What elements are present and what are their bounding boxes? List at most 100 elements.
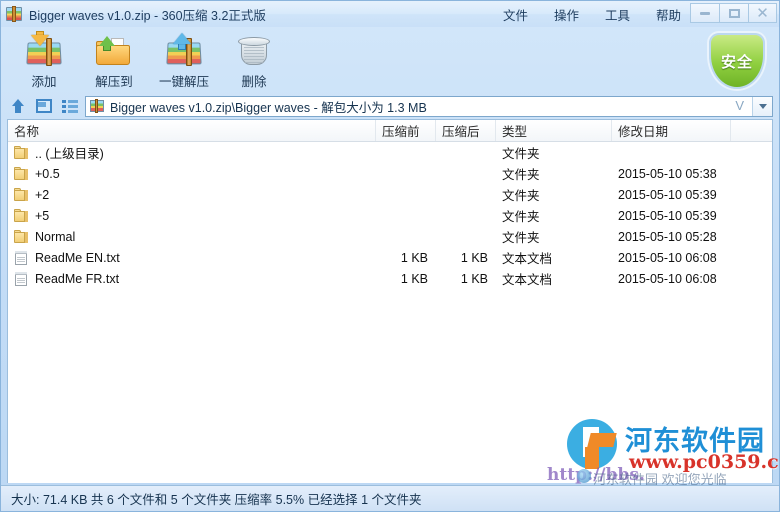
row-name-cell: +0.5 <box>8 163 376 184</box>
row-type-cell: 文本文档 <box>502 273 553 287</box>
extract-to-folder-icon <box>94 34 134 68</box>
maximize-button[interactable] <box>719 3 748 23</box>
row-name-cell: ReadMe EN.txt <box>8 247 376 268</box>
row-name-cell: +5 <box>8 205 376 226</box>
folder-icon <box>14 187 30 202</box>
column-header-before[interactable]: 压缩前 <box>376 120 436 141</box>
window-title: Bigger waves v1.0.zip - 360压缩 3.2正式版 <box>29 8 266 23</box>
row-date-cell: 2015-05-10 06:08 <box>618 271 717 286</box>
status-bar: 大小: 71.4 KB 共 6 个文件和 5 个文件夹 压缩率 5.5% 已经选… <box>1 485 779 511</box>
table-row[interactable]: ReadMe FR.txt 1 KB 1 KB 文本文档 2015-05-10 … <box>8 268 772 289</box>
text-file-icon <box>14 250 30 265</box>
column-header-filler <box>731 120 772 141</box>
table-row[interactable]: +5 文件夹 2015-05-10 05:39 <box>8 205 772 226</box>
minimize-button[interactable] <box>690 3 719 23</box>
menu-tools[interactable]: 工具 <box>603 3 632 26</box>
row-name-text: +5 <box>35 208 50 223</box>
chevron-down-icon[interactable] <box>752 96 772 116</box>
column-header-name[interactable]: 名称 <box>8 120 376 141</box>
one-click-extract-button-label: 一键解压 <box>158 75 209 89</box>
path-v-glyph: V <box>735 97 744 113</box>
row-date-cell: 2015-05-10 05:38 <box>618 166 717 181</box>
row-date-cell: 2015-05-10 05:39 <box>618 208 717 223</box>
shield-icon: 安全 <box>709 33 765 89</box>
delete-button[interactable]: 删除 <box>219 31 289 91</box>
path-input[interactable]: Bigger waves v1.0.zip\Bigger waves - 解包大… <box>85 95 773 117</box>
row-name-cell: ReadMe FR.txt <box>8 268 376 289</box>
file-list-rows: .. (上级目录) 文件夹 +0.5 文件夹 2015-05-10 05:38 <box>8 142 772 483</box>
path-text: Bigger waves v1.0.zip\Bigger waves - 解包大… <box>110 100 427 115</box>
row-before-cell <box>376 226 436 247</box>
table-row[interactable]: .. (上级目录) 文件夹 <box>8 142 772 163</box>
row-name-text: ReadMe FR.txt <box>35 271 120 286</box>
status-text: 大小: 71.4 KB 共 6 个文件和 5 个文件夹 压缩率 5.5% 已经选… <box>11 493 422 507</box>
close-button[interactable]: ✕ <box>748 3 777 23</box>
table-row[interactable]: ReadMe EN.txt 1 KB 1 KB 文本文档 2015-05-10 … <box>8 247 772 268</box>
add-archive-icon <box>24 31 64 68</box>
row-type-cell: 文本文档 <box>502 252 553 266</box>
toolbar: 添加 解压到 一键解压 删除 安全 <box>1 27 779 93</box>
delete-button-label: 删除 <box>241 75 267 89</box>
row-before-cell: 1 KB <box>400 250 428 265</box>
folder-icon <box>14 145 30 160</box>
column-header-type[interactable]: 类型 <box>496 120 612 141</box>
archive-icon <box>6 6 24 22</box>
column-header-date[interactable]: 修改日期 <box>612 120 731 141</box>
row-type-cell: 文件夹 <box>502 168 540 182</box>
file-list-header: 名称 压缩前 压缩后 类型 修改日期 <box>8 120 772 142</box>
row-after-cell <box>436 163 496 184</box>
trash-bin-icon <box>234 34 274 68</box>
row-name-text: +2 <box>35 187 50 202</box>
row-date-cell <box>612 142 731 163</box>
close-icon: ✕ <box>756 4 769 22</box>
text-file-icon <box>14 271 30 286</box>
table-row[interactable]: +0.5 文件夹 2015-05-10 05:38 <box>8 163 772 184</box>
row-after-cell <box>436 226 496 247</box>
window-controls: ✕ <box>690 3 777 23</box>
row-before-cell: 1 KB <box>400 271 428 286</box>
row-type-cell: 文件夹 <box>502 210 540 224</box>
folder-icon <box>14 208 30 223</box>
add-button[interactable]: 添加 <box>9 31 79 91</box>
row-name-text: .. (上级目录) <box>35 147 104 161</box>
security-button[interactable]: 安全 <box>709 33 765 89</box>
title-bar: Bigger waves v1.0.zip - 360压缩 3.2正式版 文件 … <box>1 1 779 27</box>
one-click-extract-icon <box>164 33 204 68</box>
row-type-cell: 文件夹 <box>502 189 540 203</box>
up-arrow-icon[interactable] <box>7 96 29 116</box>
folder-icon <box>14 229 30 244</box>
row-before-cell <box>376 184 436 205</box>
row-after-cell: 1 KB <box>460 271 488 286</box>
row-name-text: +0.5 <box>35 166 60 181</box>
row-name-text: ReadMe EN.txt <box>35 250 120 265</box>
row-after-cell <box>436 184 496 205</box>
table-row[interactable]: +2 文件夹 2015-05-10 05:39 <box>8 184 772 205</box>
menu-bar: 文件 操作 工具 帮助 <box>501 1 683 27</box>
row-name-cell: +2 <box>8 184 376 205</box>
extract-to-button-label: 解压到 <box>95 75 133 89</box>
row-type-cell: 文件夹 <box>502 147 540 161</box>
one-click-extract-button[interactable]: 一键解压 <box>149 31 219 91</box>
row-date-cell: 2015-05-10 05:28 <box>618 229 717 244</box>
menu-help[interactable]: 帮助 <box>654 3 683 26</box>
row-before-cell <box>376 163 436 184</box>
menu-action[interactable]: 操作 <box>552 3 581 26</box>
table-row[interactable]: Normal 文件夹 2015-05-10 05:28 <box>8 226 772 247</box>
row-after-cell <box>436 205 496 226</box>
row-date-cell: 2015-05-10 06:08 <box>618 250 717 265</box>
file-list: 名称 压缩前 压缩后 类型 修改日期 .. (上级目录) 文件夹 +0.5 文件… <box>7 119 773 483</box>
row-after-cell <box>436 142 496 163</box>
column-header-after[interactable]: 压缩后 <box>436 120 496 141</box>
address-bar: Bigger waves v1.0.zip\Bigger waves - 解包大… <box>1 93 779 119</box>
row-after-cell: 1 KB <box>460 250 488 265</box>
row-name-text: Normal <box>35 229 76 244</box>
extract-to-button[interactable]: 解压到 <box>79 31 149 91</box>
row-name-cell: .. (上级目录) <box>8 142 376 163</box>
path-archive-icon <box>90 98 105 113</box>
menu-file[interactable]: 文件 <box>501 3 530 26</box>
list-view-icon[interactable] <box>59 96 81 116</box>
row-before-cell <box>376 205 436 226</box>
panel-toggle-icon[interactable] <box>33 96 55 116</box>
row-date-cell: 2015-05-10 05:39 <box>618 187 717 202</box>
row-name-cell: Normal <box>8 226 376 247</box>
